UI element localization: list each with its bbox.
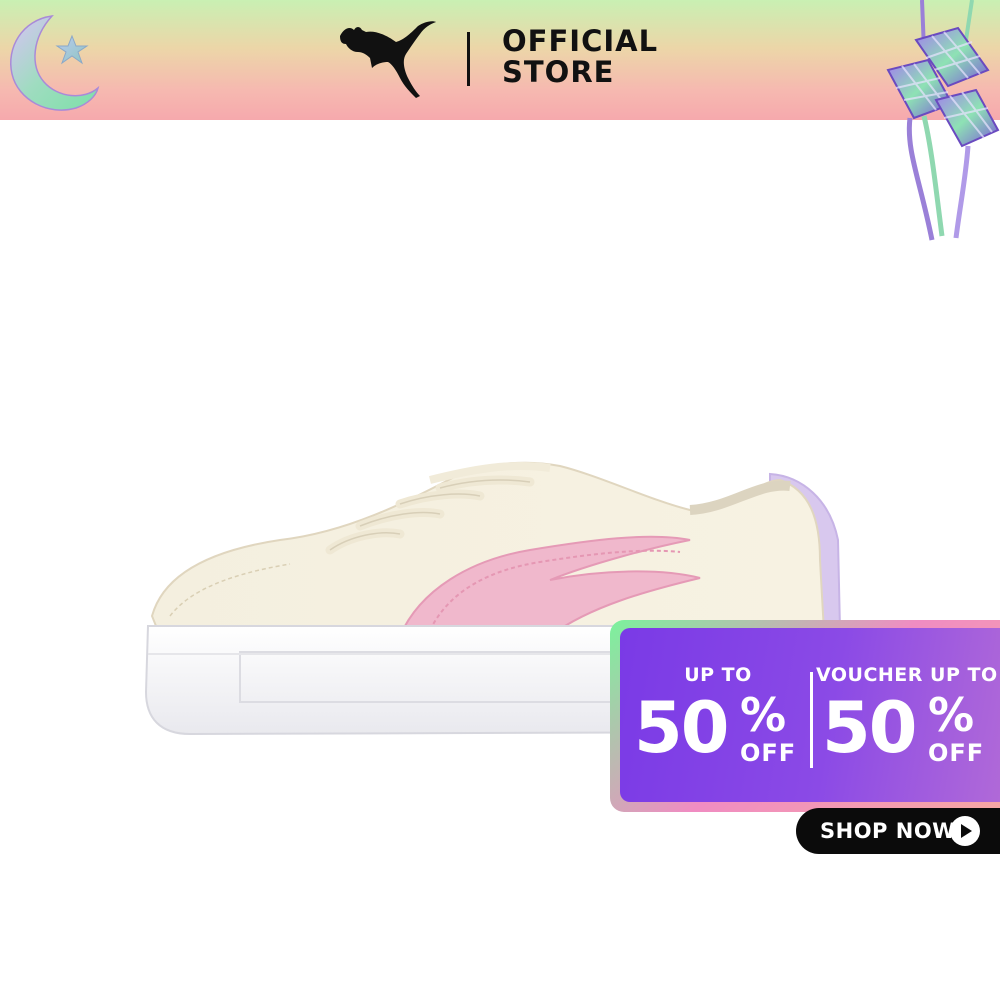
store-line-2: STORE — [502, 55, 615, 89]
arrow-right-icon — [950, 816, 980, 846]
header-banner: OFFICIAL STORE — [0, 0, 1000, 241]
official-store-label: OFFICIAL STORE — [502, 26, 658, 88]
ketupat-ornament-icon — [886, 0, 1000, 241]
shop-now-button[interactable]: SHOP NOW — [796, 808, 1000, 854]
voucher-off-text: OFF — [928, 739, 985, 767]
promo-divider — [810, 672, 813, 768]
crescent-moon-star-icon — [10, 14, 100, 111]
discount-percent-sign: % — [740, 688, 787, 742]
shop-now-label: SHOP NOW — [820, 819, 956, 843]
store-line-1: OFFICIAL — [502, 24, 659, 58]
discount-number: 50 — [634, 687, 729, 769]
voucher-block: VOUCHER UP TO 50 % OFF — [816, 628, 998, 802]
brand-divider — [467, 32, 470, 86]
brand-lockup: OFFICIAL STORE — [336, 16, 658, 100]
voucher-percent-sign: % — [928, 688, 975, 742]
puma-cat-logo-icon — [340, 21, 436, 98]
voucher-number: 50 — [822, 687, 917, 769]
promo-banner: UP TO 50 % OFF VOUCHER UP TO 50 % OFF — [610, 620, 1000, 812]
voucher-lead-text: VOUCHER UP TO — [816, 664, 998, 686]
promo-panel: UP TO 50 % OFF VOUCHER UP TO 50 % OFF — [620, 628, 1000, 802]
discount-lead-text: UP TO — [684, 664, 752, 686]
discount-block: UP TO 50 % OFF — [628, 628, 808, 802]
discount-off-text: OFF — [740, 739, 797, 767]
